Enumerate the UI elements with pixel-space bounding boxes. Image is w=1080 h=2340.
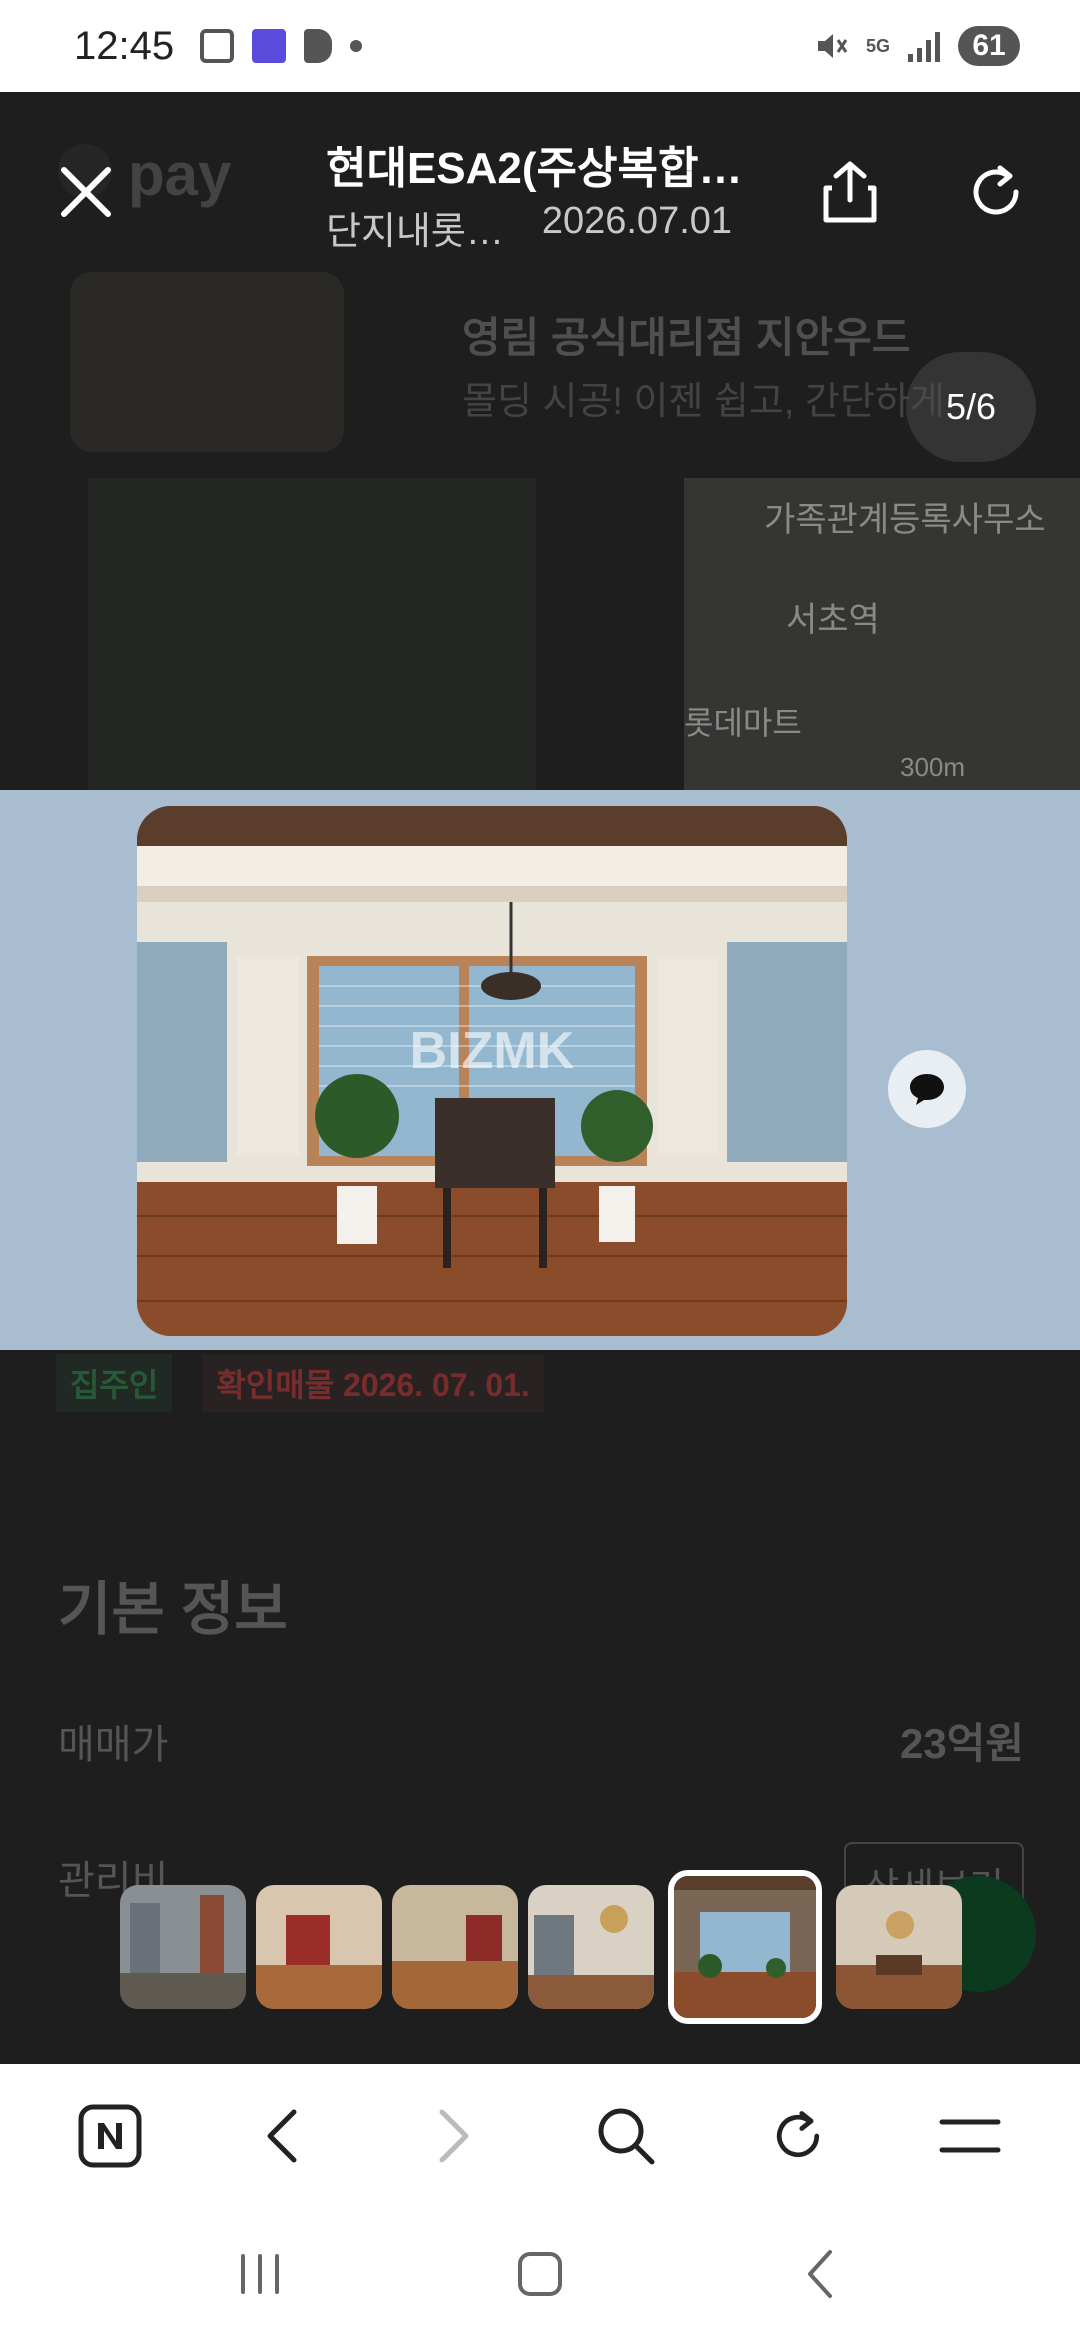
watermark: BIZMK [410, 1022, 575, 1080]
background-section-title: 기본 정보 [58, 1577, 288, 1642]
status-bar: 12:45 5G 61 [0, 0, 1080, 92]
back-icon[interactable] [242, 2096, 322, 2176]
forward-icon[interactable] [414, 2096, 494, 2176]
background-banner-subtitle: 몰딩 시공! 이젠 쉽고, 간단하게 [462, 381, 945, 423]
menu-icon[interactable] [930, 2096, 1010, 2176]
thumbnail-1[interactable] [120, 1885, 246, 2009]
viewer-title: 현대ESA2(주상복합… [326, 144, 743, 193]
close-icon[interactable] [58, 164, 114, 220]
background-map-label: 서초역 [786, 601, 880, 639]
viewer-subtitle: 단지내롯… 2026.07.01 [326, 200, 732, 255]
battery-indicator: 61 [958, 26, 1020, 66]
background-row-label: 매매가 [58, 1723, 169, 1767]
reload-icon[interactable] [758, 2096, 838, 2176]
living-room-photo: BIZMK [137, 806, 847, 1336]
chat-bubble-icon[interactable] [888, 1050, 966, 1128]
system-status-icons: 5G 61 [814, 26, 1020, 66]
viewer-subtitle-date: 2026.07.01 [541, 200, 733, 242]
thumbnail-2[interactable] [256, 1885, 382, 2009]
background-banner-image [70, 272, 344, 452]
search-icon[interactable] [586, 2096, 666, 2176]
background-map-scale: 300m [900, 752, 966, 782]
verified-tag: 확인매물 2026. 07. 01. [202, 1354, 544, 1412]
background-row-value: 23억원 [900, 1720, 1024, 1767]
photo-viewer-overlay: pay 영림 공식대리점 지안우드 몰딩 시공! 이젠 쉽고, 간단하게 가족관… [0, 92, 1080, 2064]
more-notifications-dot [350, 40, 363, 52]
owner-tag: 집주인 [56, 1354, 173, 1412]
network-type: 5G [865, 36, 890, 56]
screenshot-icon [200, 29, 235, 63]
background-tags: 집주인 확인매물 2026. 07. 01. [56, 1354, 544, 1412]
share-icon[interactable] [818, 158, 882, 226]
browser-toolbar [0, 2064, 1080, 2208]
background-brand: pay [128, 141, 232, 208]
system-navigation-bar [0, 2208, 1080, 2340]
status-time: 12:45 [74, 23, 175, 68]
thumbnail-3[interactable] [392, 1885, 518, 2009]
home-icon[interactable] [500, 2234, 580, 2314]
viewer-subtitle-source: 단지내롯… [326, 211, 504, 253]
b-app-icon [304, 29, 333, 63]
thumbnail-5-selected[interactable] [668, 1870, 822, 2024]
thumbnail-4[interactable] [528, 1885, 654, 2009]
home-app-icon [252, 29, 287, 63]
naver-home-icon[interactable] [70, 2096, 150, 2176]
thumbnail-strip [120, 1870, 962, 2024]
thumbnail-6[interactable] [836, 1885, 962, 2009]
photo-counter: 5/6 [906, 352, 1036, 462]
background-map-label: 가족관계등록사무소 [764, 501, 1046, 539]
background-map-label: 롯데마트 [684, 705, 802, 741]
system-back-icon[interactable] [780, 2234, 860, 2314]
mute-icon [817, 34, 848, 58]
photo-stage[interactable]: BIZMK [0, 790, 1080, 1350]
refresh-icon[interactable] [964, 160, 1028, 224]
main-photo[interactable]: BIZMK [137, 806, 847, 1336]
background-banner-title: 영림 공식대리점 지안우드 [462, 314, 911, 361]
signal-icon [908, 30, 940, 62]
notification-icons [200, 29, 363, 63]
recent-apps-icon[interactable] [220, 2234, 300, 2314]
